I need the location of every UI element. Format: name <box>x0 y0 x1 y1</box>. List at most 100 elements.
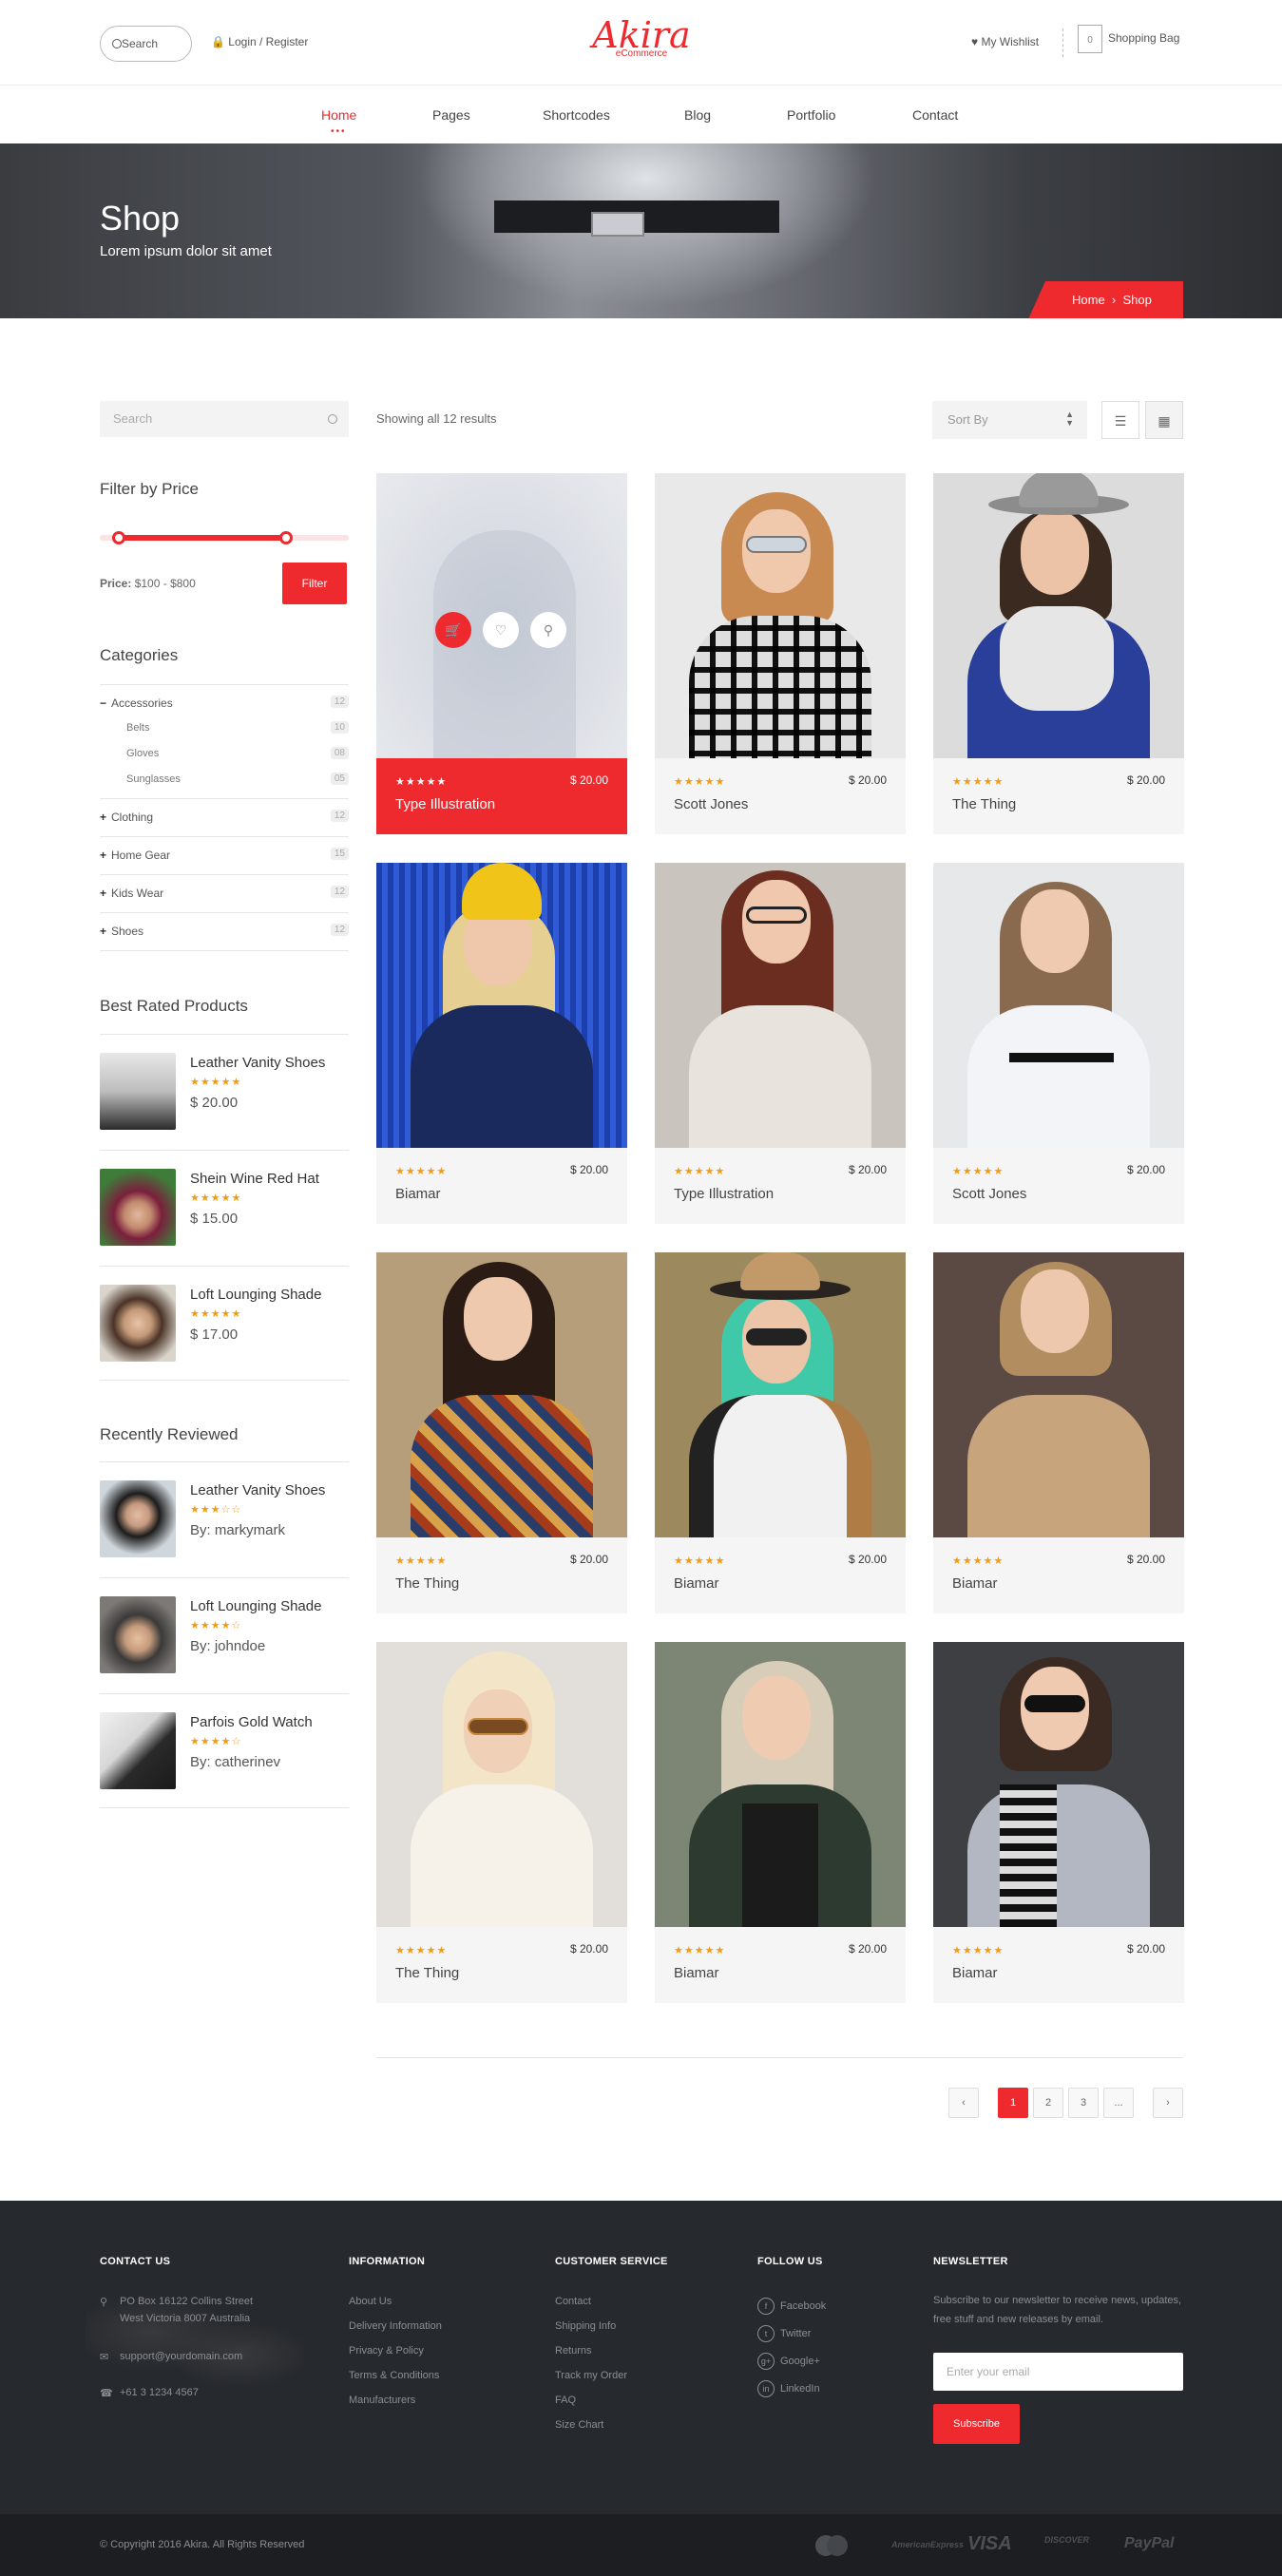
subcategory-item-gloves[interactable]: Gloves 08 <box>126 747 349 759</box>
product-card[interactable]: ★★★★★ $ 20.00 Scott Jones <box>655 473 906 834</box>
product-name[interactable]: Biamar <box>952 1965 998 1981</box>
product-thumbnail[interactable] <box>100 1169 176 1246</box>
product-card[interactable]: ★★★★★ $ 20.00 Type Illustration <box>655 863 906 1224</box>
product-card[interactable]: ★★★★★ $ 20.00 Biamar <box>376 863 627 1224</box>
footer-link[interactable]: Terms & Conditions <box>349 2370 439 2381</box>
product-image[interactable] <box>933 473 1184 758</box>
nav-home[interactable]: Home <box>321 107 356 123</box>
product-card[interactable]: ★★★★★ $ 20.00 The Thing <box>376 1642 627 2003</box>
twitter-link[interactable]: t Twitter <box>757 2325 811 2342</box>
newsletter-email-input[interactable]: Enter your email <box>933 2353 1183 2391</box>
subcategory-item-belts[interactable]: Belts 10 <box>126 721 349 734</box>
product-image[interactable] <box>655 1642 906 1927</box>
quick-view-button[interactable]: ⚲ <box>530 612 566 648</box>
product-card[interactable]: ★★★★★ $ 20.00 Scott Jones <box>933 863 1184 1224</box>
product-name[interactable]: Type Illustration <box>674 1186 774 1202</box>
nav-portfolio[interactable]: Portfolio <box>787 107 835 123</box>
google-plus-link[interactable]: g+ Google+ <box>757 2353 820 2370</box>
footer-link[interactable]: About Us <box>349 2296 392 2307</box>
nav-shortcodes[interactable]: Shortcodes <box>543 107 610 123</box>
grid-view-button[interactable]: ▦ <box>1145 401 1183 439</box>
footer-email[interactable]: support@yourdomain.com <box>120 2351 242 2362</box>
product-image[interactable]: 🛒 ♡ ⚲ <box>376 473 627 758</box>
header-search-button[interactable]: Search <box>100 26 192 62</box>
nav-contact[interactable]: Contact <box>912 107 958 123</box>
product-image[interactable] <box>376 1252 627 1537</box>
linkedin-link[interactable]: in LinkedIn <box>757 2380 820 2397</box>
pagination-page-1[interactable]: 1 <box>998 2088 1028 2118</box>
product-card[interactable]: ★★★★★ $ 20.00 The Thing <box>933 473 1184 834</box>
footer-link[interactable]: Returns <box>555 2345 592 2357</box>
list-view-button[interactable]: ☰ <box>1101 401 1139 439</box>
recently-reviewed-item[interactable]: Leather Vanity Shoes ★★★☆☆ By: markymark <box>100 1480 349 1557</box>
wishlist-link[interactable]: ♥ My Wishlist <box>971 35 1039 48</box>
subcategory-item-sunglasses[interactable]: Sunglasses 05 <box>126 773 349 785</box>
product-name[interactable]: Loft Lounging Shade <box>190 1598 321 1614</box>
footer-link[interactable]: Contact <box>555 2296 591 2307</box>
footer-phone[interactable]: +61 3 1234 4567 <box>120 2387 199 2398</box>
site-logo[interactable]: Akira eCommerce <box>584 16 698 59</box>
footer-link[interactable]: Track my Order <box>555 2370 627 2381</box>
footer-link[interactable]: Shipping Info <box>555 2320 616 2332</box>
product-name[interactable]: Parfois Gold Watch <box>190 1714 313 1730</box>
product-name[interactable]: The Thing <box>395 1965 459 1981</box>
category-item-home-gear[interactable]: + Home Gear 15 <box>100 848 349 862</box>
footer-link[interactable]: Size Chart <box>555 2419 603 2431</box>
category-item-clothing[interactable]: + Clothing 12 <box>100 810 349 824</box>
product-name[interactable]: Scott Jones <box>674 796 748 812</box>
product-name[interactable]: Biamar <box>674 1965 719 1981</box>
price-slider-min-handle[interactable] <box>112 531 125 544</box>
product-name[interactable]: Leather Vanity Shoes <box>190 1482 325 1498</box>
product-card[interactable]: ★★★★★ $ 20.00 Biamar <box>933 1252 1184 1613</box>
search-icon[interactable] <box>328 414 337 424</box>
add-to-cart-button[interactable]: 🛒 <box>435 612 471 648</box>
product-image[interactable] <box>933 863 1184 1148</box>
product-thumbnail[interactable] <box>100 1053 176 1130</box>
price-slider-max-handle[interactable] <box>279 531 293 544</box>
product-image[interactable] <box>933 1252 1184 1537</box>
best-rated-item[interactable]: Leather Vanity Shoes ★★★★★ $ 20.00 <box>100 1053 349 1130</box>
footer-link[interactable]: Delivery Information <box>349 2320 442 2332</box>
product-thumbnail[interactable] <box>100 1712 176 1789</box>
product-name[interactable]: The Thing <box>952 796 1016 812</box>
product-image[interactable] <box>655 1252 906 1537</box>
product-image[interactable] <box>655 473 906 758</box>
product-image[interactable] <box>655 863 906 1148</box>
footer-link[interactable]: FAQ <box>555 2395 576 2406</box>
pagination-page-2[interactable]: 2 <box>1033 2088 1063 2118</box>
product-name[interactable]: Shein Wine Red Hat <box>190 1171 319 1187</box>
category-item-shoes[interactable]: + Shoes 12 <box>100 924 349 938</box>
facebook-link[interactable]: f Facebook <box>757 2298 826 2315</box>
product-card[interactable]: ★★★★★ $ 20.00 Biamar <box>655 1642 906 2003</box>
product-name[interactable]: Loft Lounging Shade <box>190 1287 321 1303</box>
subscribe-button[interactable]: Subscribe <box>933 2404 1020 2444</box>
product-name[interactable]: Biamar <box>674 1575 719 1592</box>
sidebar-search-input[interactable]: Search <box>100 401 349 437</box>
product-card[interactable]: ★★★★★ $ 20.00 The Thing <box>376 1252 627 1613</box>
product-image[interactable] <box>376 863 627 1148</box>
recently-reviewed-item[interactable]: Parfois Gold Watch ★★★★☆ By: catherinev <box>100 1712 349 1789</box>
product-thumbnail[interactable] <box>100 1285 176 1362</box>
nav-blog[interactable]: Blog <box>684 107 711 123</box>
product-card[interactable]: 🛒 ♡ ⚲ ★★★★★ $ 20.00 Type Illustration <box>376 473 627 834</box>
product-thumbnail[interactable] <box>100 1480 176 1557</box>
footer-link[interactable]: Manufacturers <box>349 2395 415 2406</box>
pagination-prev[interactable]: ‹ <box>948 2088 979 2118</box>
sort-select[interactable]: Sort By ▲ ▼ <box>932 401 1087 439</box>
product-name[interactable]: The Thing <box>395 1575 459 1592</box>
shopping-bag-link[interactable]: 0 Shopping Bag <box>1078 25 1179 53</box>
product-name[interactable]: Biamar <box>952 1575 998 1592</box>
footer-link[interactable]: Privacy & Policy <box>349 2345 424 2357</box>
product-name[interactable]: Scott Jones <box>952 1186 1026 1202</box>
product-thumbnail[interactable] <box>100 1596 176 1673</box>
pagination-next[interactable]: › <box>1153 2088 1183 2118</box>
recently-reviewed-item[interactable]: Loft Lounging Shade ★★★★☆ By: johndoe <box>100 1596 349 1673</box>
filter-button[interactable]: Filter <box>282 563 347 604</box>
best-rated-item[interactable]: Shein Wine Red Hat ★★★★★ $ 15.00 <box>100 1169 349 1246</box>
product-name[interactable]: Biamar <box>395 1186 441 1202</box>
category-item-kids-wear[interactable]: + Kids Wear 12 <box>100 886 349 900</box>
nav-pages[interactable]: Pages <box>432 107 470 123</box>
category-item-accessories[interactable]: − Accessories 12 <box>100 696 349 710</box>
product-name[interactable]: Type Illustration <box>395 796 495 812</box>
product-card[interactable]: ★★★★★ $ 20.00 Biamar <box>933 1642 1184 2003</box>
